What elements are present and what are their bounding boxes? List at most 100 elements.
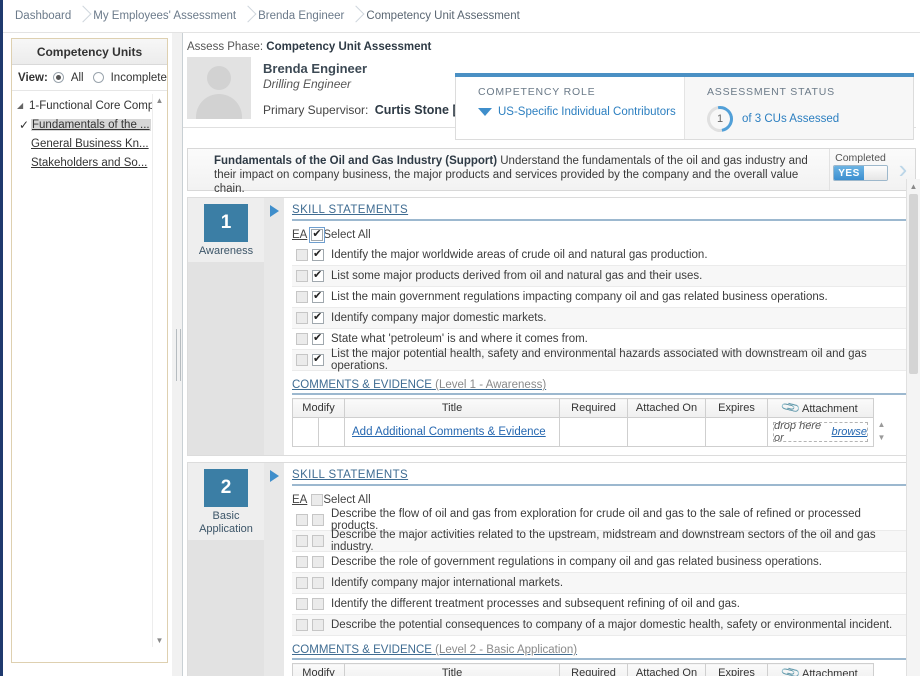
experience-checkbox[interactable] bbox=[296, 270, 308, 282]
scroll-down-icon[interactable]: ▼ bbox=[153, 634, 166, 646]
competency-units-title: Competency Units bbox=[12, 39, 167, 65]
radio-all-label[interactable]: All bbox=[71, 72, 84, 84]
breadcrumb-item-brenda-engineer[interactable]: Brenda Engineer bbox=[258, 10, 344, 22]
collapse-triangle-icon[interactable]: ◢ bbox=[17, 101, 29, 110]
experience-checkbox[interactable] bbox=[296, 556, 308, 568]
sidebar-item-fundamentals[interactable]: ✓ Fundamentals of the ... bbox=[12, 115, 167, 134]
tree-item-label[interactable]: Stakeholders and So... bbox=[31, 157, 147, 169]
attachment-cell[interactable]: drop here or browse bbox=[767, 417, 874, 447]
scroll-up-icon[interactable]: ▲ bbox=[907, 179, 920, 193]
modify-cell-delete[interactable] bbox=[318, 417, 345, 447]
experience-checkbox[interactable] bbox=[296, 354, 308, 366]
assessment-checkbox[interactable] bbox=[312, 247, 324, 261]
breadcrumb-separator-icon bbox=[344, 5, 366, 27]
competency-role-body: US-Specific Individual Contributors bbox=[478, 106, 684, 118]
column-header-attachment-label: Attachment bbox=[802, 668, 858, 676]
panel-splitter[interactable] bbox=[172, 33, 183, 676]
radio-incomplete[interactable] bbox=[92, 72, 104, 83]
radio-incomplete-label[interactable]: Incomplete bbox=[111, 72, 167, 84]
table-scroll-spinner[interactable]: ▲ ▼ bbox=[874, 663, 889, 676]
table-scroll-spinner[interactable]: ▲ ▼ bbox=[874, 398, 889, 447]
ea-label: EA bbox=[292, 229, 308, 241]
progress-ring: 1 bbox=[701, 100, 739, 138]
assessment-checkbox[interactable] bbox=[312, 289, 324, 303]
comments-evidence-table: Modify Title Required Attached On Expire… bbox=[292, 397, 874, 447]
sidebar-scroll-track[interactable] bbox=[153, 106, 165, 634]
experience-checkbox[interactable] bbox=[296, 619, 308, 631]
assessment-checkbox[interactable] bbox=[312, 331, 324, 345]
breadcrumb-item-my-employees-assessment[interactable]: My Employees' Assessment bbox=[93, 10, 236, 22]
chevron-down-icon[interactable] bbox=[478, 108, 492, 116]
tree-item-label[interactable]: Fundamentals of the ... bbox=[31, 118, 151, 131]
tree-item-label[interactable]: General Business Kn... bbox=[31, 138, 149, 150]
scroll-up-icon[interactable]: ▲ bbox=[153, 94, 166, 106]
sidebar-item-stakeholders[interactable]: Stakeholders and So... bbox=[12, 153, 167, 172]
expand-triangle-icon[interactable] bbox=[269, 470, 279, 482]
completed-toggle-value: YES bbox=[834, 166, 864, 180]
comments-evidence-label: COMMENTS & EVIDENCE bbox=[292, 379, 432, 391]
add-comments-evidence-link[interactable]: Add Additional Comments & Evidence bbox=[346, 426, 546, 438]
expand-triangle-icon[interactable] bbox=[269, 205, 279, 217]
competency-title: Fundamentals of the Oil and Gas Industry… bbox=[214, 155, 498, 167]
comments-evidence-table-wrap: Modify Title Required Attached On Expire… bbox=[292, 397, 907, 447]
experience-checkbox[interactable] bbox=[296, 249, 308, 261]
skill-statement-row: Describe the major activities related to… bbox=[292, 529, 907, 553]
experience-checkbox[interactable] bbox=[296, 291, 308, 303]
browse-link[interactable]: browse bbox=[832, 426, 867, 438]
view-filter-label: View: bbox=[18, 71, 48, 84]
select-all-checkbox[interactable] bbox=[311, 494, 324, 506]
level-rail: 2 Basic Application bbox=[188, 463, 264, 676]
assessment-checkbox[interactable] bbox=[312, 598, 324, 610]
breadcrumb-separator-icon bbox=[71, 5, 93, 27]
select-all-checkbox[interactable] bbox=[309, 227, 326, 243]
level-expander[interactable] bbox=[264, 463, 284, 676]
select-all-label[interactable]: Select All bbox=[323, 494, 370, 506]
person-info: Brenda Engineer Drilling Engineer Primar… bbox=[251, 57, 485, 119]
assessment-checkbox[interactable] bbox=[312, 514, 324, 526]
sidebar-scrollbar[interactable]: ▲ ▼ bbox=[152, 94, 165, 647]
main-scrollbar[interactable]: ▲ bbox=[906, 179, 920, 676]
attached-on-cell bbox=[627, 417, 706, 447]
experience-checkbox[interactable] bbox=[296, 514, 308, 526]
file-drop-zone[interactable]: drop here or browse bbox=[773, 420, 868, 444]
radio-all[interactable] bbox=[52, 72, 64, 83]
competency-role-card: COMPETENCY ROLE US-Specific Individual C… bbox=[456, 77, 684, 139]
experience-checkbox[interactable] bbox=[296, 333, 308, 345]
column-header-expires: Expires bbox=[705, 663, 768, 676]
competency-banner-text: Fundamentals of the Oil and Gas Industry… bbox=[188, 149, 829, 195]
assessment-checkbox[interactable] bbox=[312, 619, 324, 631]
assessment-checkbox[interactable] bbox=[312, 556, 324, 568]
tree-node-root[interactable]: ◢ 1-Functional Core Comp... bbox=[12, 96, 167, 115]
completed-toggle[interactable]: YES bbox=[833, 165, 888, 181]
scroll-thumb[interactable] bbox=[909, 194, 918, 374]
column-header-attached-on: Attached On bbox=[627, 398, 706, 418]
select-all-label[interactable]: Select All bbox=[323, 229, 370, 241]
competency-banner: Fundamentals of the Oil and Gas Industry… bbox=[187, 148, 916, 195]
completed-toggle-group: Completed YES bbox=[829, 149, 891, 190]
select-all-row: EA Select All bbox=[292, 225, 907, 245]
experience-checkbox[interactable] bbox=[296, 312, 308, 324]
sidebar-item-general-business[interactable]: General Business Kn... bbox=[12, 134, 167, 153]
comments-evidence-heading: COMMENTS & EVIDENCE (Level 2 - Basic App… bbox=[292, 644, 907, 660]
assessment-checkbox[interactable] bbox=[312, 268, 324, 282]
assessment-checkbox[interactable] bbox=[312, 352, 324, 366]
experience-checkbox[interactable] bbox=[296, 535, 308, 547]
column-header-attachment-label: Attachment bbox=[802, 403, 858, 415]
sidebar: Competency Units View: All Incomplete ◢ … bbox=[3, 33, 172, 676]
supervisor-label: Primary Supervisor: bbox=[263, 103, 369, 117]
assessment-checkbox[interactable] bbox=[312, 577, 324, 589]
level-expander[interactable] bbox=[264, 198, 284, 455]
breadcrumb-item-dashboard[interactable]: Dashboard bbox=[15, 10, 71, 22]
experience-checkbox[interactable] bbox=[296, 577, 308, 589]
breadcrumb-item-competency-unit-assessment[interactable]: Competency Unit Assessment bbox=[366, 10, 519, 22]
assessment-checkbox[interactable] bbox=[312, 535, 324, 547]
experience-checkbox[interactable] bbox=[296, 598, 308, 610]
scroll-up-icon[interactable]: ▲ bbox=[874, 418, 889, 431]
skill-statement-text: State what 'petroleum' is and where it c… bbox=[331, 333, 588, 345]
modify-cell-edit[interactable] bbox=[292, 417, 319, 447]
assessment-checkbox[interactable] bbox=[312, 310, 324, 324]
scroll-down-icon[interactable]: ▼ bbox=[874, 431, 889, 444]
level-number-badge: 1 bbox=[204, 204, 248, 242]
column-header-title: Title bbox=[344, 398, 560, 418]
competency-role-value[interactable]: US-Specific Individual Contributors bbox=[498, 106, 676, 118]
